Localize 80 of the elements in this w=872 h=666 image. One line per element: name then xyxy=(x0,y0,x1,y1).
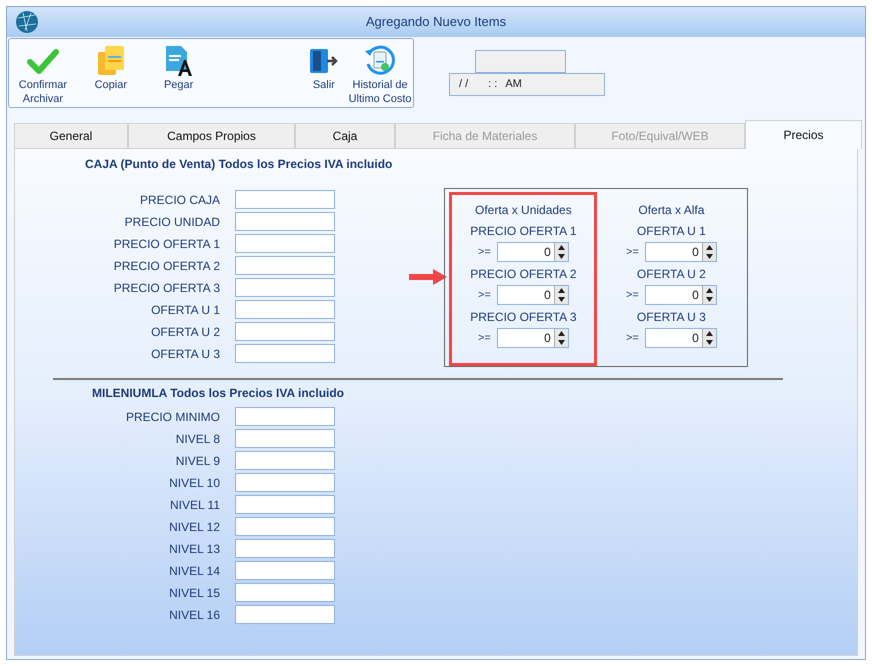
checkmark-icon xyxy=(26,47,59,75)
input-field[interactable] xyxy=(235,190,335,209)
date-text: / / xyxy=(459,77,468,92)
number-spinner[interactable]: 0 xyxy=(644,328,717,348)
field-label: PRECIO OFERTA 3 xyxy=(470,309,576,326)
input-field[interactable] xyxy=(235,344,335,363)
input-field[interactable] xyxy=(235,407,335,426)
field-label: OFERTA U 1 xyxy=(636,223,706,240)
field-label: NIVEL 16 xyxy=(168,606,221,624)
operator-label: >= xyxy=(626,244,639,260)
tab[interactable]: Campos Propios xyxy=(128,123,295,149)
field-label: NIVEL 13 xyxy=(168,540,221,558)
operator-label: >= xyxy=(478,244,491,260)
field-label: NIVEL 12 xyxy=(168,518,221,536)
input-field[interactable] xyxy=(235,234,335,253)
field-label: PRECIO OFERTA 1 xyxy=(470,223,576,240)
tab[interactable]: Precios xyxy=(745,120,862,149)
field-label: OFERTA U 3 xyxy=(150,346,221,362)
number-spinner[interactable]: 0 xyxy=(644,285,717,305)
copy-icon xyxy=(96,45,126,77)
input-field[interactable] xyxy=(235,561,335,580)
field-label: PRECIO OFERTA 1 xyxy=(112,236,221,252)
section-heading: CAJA (Punto de Venta) Todos los Precios IVA incluido xyxy=(85,156,392,173)
document-letter-icon xyxy=(164,45,194,77)
toolbar-button[interactable]: Pegar xyxy=(144,39,213,92)
toolbar-button[interactable]: Salir xyxy=(300,39,348,92)
column-title: Oferta x Alfa xyxy=(638,202,704,219)
input-field[interactable] xyxy=(235,278,335,297)
input-field[interactable] xyxy=(235,429,335,448)
field-label: PRECIO CAJA xyxy=(138,192,221,208)
operator-label: >= xyxy=(626,288,639,303)
tab[interactable]: Caja xyxy=(295,123,395,149)
field-label: NIVEL 11 xyxy=(168,496,221,514)
input-field[interactable] xyxy=(235,583,335,602)
field-label: OFERTA U 3 xyxy=(636,309,706,326)
field-label: PRECIO OFERTA 3 xyxy=(112,280,221,296)
field-label: NIVEL 14 xyxy=(168,562,221,580)
input-field[interactable] xyxy=(475,50,566,73)
number-spinner[interactable]: 0 xyxy=(496,285,569,305)
meridiem-text: AM xyxy=(505,77,522,92)
toolbar-button[interactable]: Historial de Ultimo Costo xyxy=(347,39,414,106)
field-label: PRECIO UNIDAD xyxy=(124,214,221,230)
field-label: NIVEL 8 xyxy=(174,430,221,448)
date-time-field[interactable]: / / : : AM xyxy=(449,73,605,96)
field-label: PRECIO MINIMO xyxy=(124,408,221,426)
input-field[interactable] xyxy=(235,300,335,319)
exit-door-icon xyxy=(308,47,339,75)
globe-logo-icon xyxy=(15,10,39,34)
field-label: OFERTA U 1 xyxy=(150,302,221,318)
section-heading: MILENIUMLA Todos los Precios IVA incluido xyxy=(92,385,346,402)
field-label: PRECIO OFERTA 2 xyxy=(470,266,576,283)
toolbar-button[interactable]: Copiar xyxy=(76,39,145,92)
input-field[interactable] xyxy=(235,212,335,231)
input-field[interactable] xyxy=(235,605,335,624)
operator-label: >= xyxy=(478,288,491,303)
number-spinner[interactable]: 0 xyxy=(496,242,569,262)
tab[interactable]: General xyxy=(14,123,128,149)
input-field[interactable] xyxy=(235,495,335,514)
column-title: Oferta x Unidades xyxy=(475,202,572,219)
window-title: Agregando Nuevo Items xyxy=(366,13,506,32)
field-label: OFERTA U 2 xyxy=(150,324,221,340)
input-field[interactable] xyxy=(235,322,335,341)
input-field[interactable] xyxy=(235,539,335,558)
history-document-icon xyxy=(363,44,398,78)
operator-label: >= xyxy=(478,330,491,346)
toolbar-button[interactable]: Confirmar Archivar xyxy=(9,39,77,106)
input-field[interactable] xyxy=(235,256,335,275)
field-label: NIVEL 15 xyxy=(168,584,221,602)
number-spinner[interactable]: 0 xyxy=(496,328,569,348)
field-label: PRECIO OFERTA 2 xyxy=(112,258,221,274)
field-label: NIVEL 9 xyxy=(174,452,221,470)
operator-label: >= xyxy=(626,330,639,346)
input-field[interactable] xyxy=(235,517,335,536)
field-label: NIVEL 10 xyxy=(168,474,221,492)
input-field[interactable] xyxy=(235,473,335,492)
number-spinner[interactable]: 0 xyxy=(644,242,717,262)
field-label: OFERTA U 2 xyxy=(636,266,706,283)
input-field[interactable] xyxy=(235,451,335,470)
pointer-arrow xyxy=(407,268,450,286)
time-text: : : xyxy=(488,77,498,92)
